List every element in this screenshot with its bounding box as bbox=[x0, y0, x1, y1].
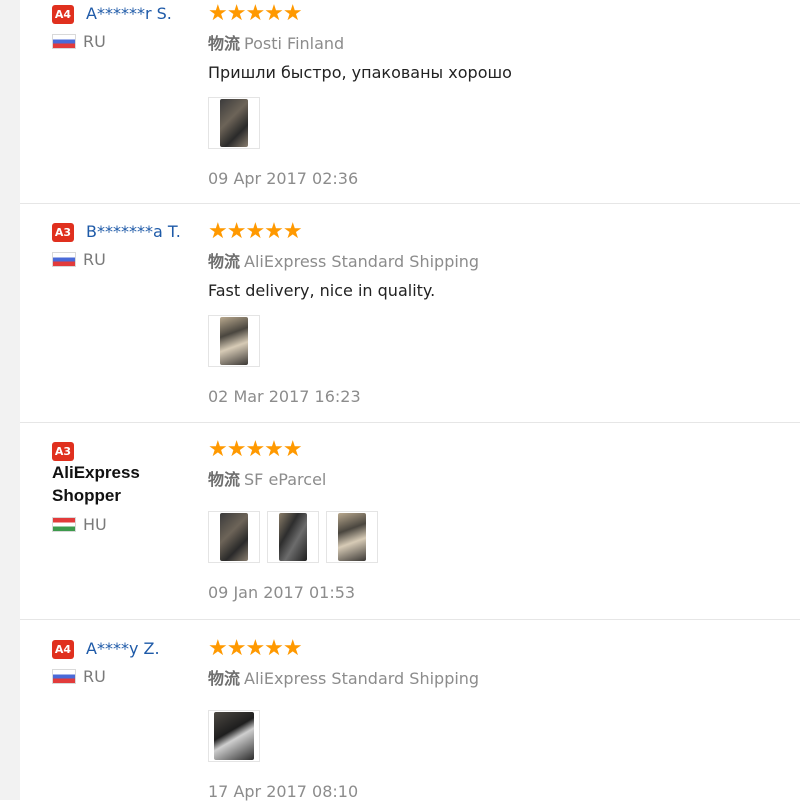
logistics-value: AliExpress Standard Shipping bbox=[244, 669, 480, 688]
review-photo-thumbnail[interactable] bbox=[208, 710, 260, 762]
logistics-value: Posti Finland bbox=[244, 34, 345, 53]
page-side-gutter bbox=[0, 0, 20, 800]
logistics-info: 物流 AliExpress Standard Shipping bbox=[208, 251, 800, 273]
review-date: 09 Jan 2017 01:53 bbox=[208, 583, 356, 602]
logistics-info: 物流 SF eParcel bbox=[208, 469, 800, 491]
russia-flag-icon bbox=[52, 252, 76, 267]
reviewer-info: A3 B*******a T. RU bbox=[52, 220, 202, 269]
logistics-label: 物流 bbox=[208, 252, 241, 271]
buyer-level-badge: A4 bbox=[52, 5, 74, 24]
review-item: A4 A******r S. RU ★★★★★ 物流 Posti Finland … bbox=[20, 0, 800, 204]
review-photo-thumbnail[interactable] bbox=[208, 315, 260, 367]
reviewer-name[interactable]: B*******a T. bbox=[86, 220, 181, 244]
star-rating: ★★★★★ bbox=[208, 219, 303, 244]
review-item: A4 A****y Z. RU ★★★★★ 物流 AliExpress Stand… bbox=[20, 620, 800, 802]
review-photos bbox=[208, 97, 800, 149]
photo-image bbox=[279, 513, 307, 561]
photo-image bbox=[220, 513, 248, 561]
russia-flag-icon bbox=[52, 34, 76, 49]
reviewer-info: A4 A****y Z. RU bbox=[52, 637, 202, 686]
buyer-level-badge: A3 bbox=[52, 442, 74, 461]
reviewer-name[interactable]: A******r S. bbox=[86, 2, 172, 26]
review-photo-thumbnail[interactable] bbox=[326, 511, 378, 563]
review-photo-thumbnail[interactable] bbox=[208, 511, 260, 563]
photo-image bbox=[220, 99, 248, 147]
reviewer-name[interactable]: AliExpress Shopper bbox=[52, 461, 192, 507]
reviewer-info: A4 A******r S. RU bbox=[52, 2, 202, 51]
reviewer-country: RU bbox=[52, 32, 202, 51]
reviewer-country: RU bbox=[52, 250, 202, 269]
star-rating: ★★★★★ bbox=[208, 636, 303, 661]
review-content: ★★★★★ 物流 SF eParcel 09 Jan 2017 01:53 bbox=[208, 437, 800, 603]
hungary-flag-icon bbox=[52, 517, 76, 532]
review-item: A3 B*******a T. RU ★★★★★ 物流 AliExpress St… bbox=[20, 204, 800, 423]
review-content: ★★★★★ 物流 AliExpress Standard Shipping Fas… bbox=[208, 219, 800, 407]
logistics-info: 物流 Posti Finland bbox=[208, 33, 800, 55]
russia-flag-icon bbox=[52, 669, 76, 684]
review-photo-thumbnail[interactable] bbox=[267, 511, 319, 563]
review-photos bbox=[208, 315, 800, 367]
logistics-value: SF eParcel bbox=[244, 470, 327, 489]
reviewer-country: HU bbox=[52, 515, 202, 534]
review-photo-thumbnail[interactable] bbox=[208, 97, 260, 149]
review-date: 02 Mar 2017 16:23 bbox=[208, 387, 361, 406]
logistics-label: 物流 bbox=[208, 34, 241, 53]
review-date: 09 Apr 2017 02:36 bbox=[208, 169, 359, 188]
photo-image bbox=[220, 317, 248, 365]
country-code: RU bbox=[83, 32, 106, 51]
country-code: HU bbox=[83, 515, 107, 534]
country-code: RU bbox=[83, 667, 106, 686]
reviewer-info: A3 AliExpress Shopper HU bbox=[52, 439, 202, 534]
star-rating: ★★★★★ bbox=[208, 437, 303, 462]
review-date: 17 Apr 2017 08:10 bbox=[208, 782, 359, 801]
logistics-label: 物流 bbox=[208, 470, 241, 489]
review-comment: Пришли быстро, упакованы хорошо bbox=[208, 63, 512, 82]
reviewer-country: RU bbox=[52, 667, 202, 686]
review-content: ★★★★★ 物流 AliExpress Standard Shipping 17 … bbox=[208, 636, 800, 802]
review-photos bbox=[208, 710, 800, 762]
photo-image bbox=[214, 712, 254, 760]
logistics-label: 物流 bbox=[208, 669, 241, 688]
logistics-info: 物流 AliExpress Standard Shipping bbox=[208, 668, 800, 690]
review-photos bbox=[208, 511, 800, 563]
buyer-level-badge: A4 bbox=[52, 640, 74, 659]
reviewer-name[interactable]: A****y Z. bbox=[86, 637, 160, 661]
buyer-level-badge: A3 bbox=[52, 223, 74, 242]
photo-image bbox=[338, 513, 366, 561]
logistics-value: AliExpress Standard Shipping bbox=[244, 252, 480, 271]
review-item: A3 AliExpress Shopper HU ★★★★★ 物流 SF ePar… bbox=[20, 423, 800, 620]
country-code: RU bbox=[83, 250, 106, 269]
star-rating: ★★★★★ bbox=[208, 1, 303, 26]
review-content: ★★★★★ 物流 Posti Finland Пришли быстро, упа… bbox=[208, 1, 800, 189]
review-comment: Fast delivery, nice in quality. bbox=[208, 281, 436, 300]
